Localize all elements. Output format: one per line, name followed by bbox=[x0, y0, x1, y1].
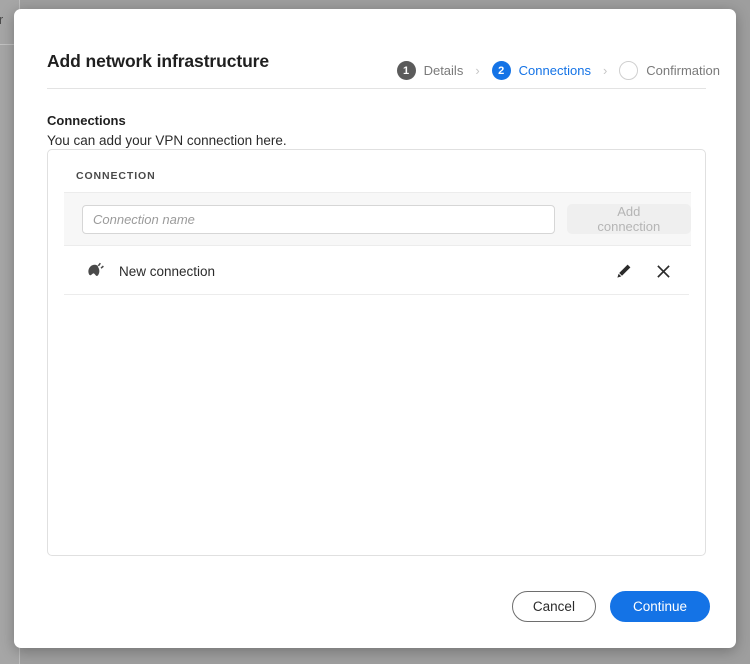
page-title: Add network infrastructure bbox=[47, 51, 270, 71]
section-subtitle: You can add your VPN connection here. bbox=[47, 133, 287, 148]
dialog-header: Add network infrastructure 1 Details › 2… bbox=[14, 9, 736, 89]
step-separator-1-icon: › bbox=[475, 63, 480, 78]
step-1-number-badge: 1 bbox=[396, 61, 416, 80]
step-3-empty-circle-icon bbox=[619, 61, 639, 80]
step-confirmation[interactable]: Confirmation bbox=[619, 61, 720, 80]
connection-list: New connection bbox=[48, 247, 705, 295]
add-connection-row: Add connection bbox=[64, 193, 691, 246]
close-icon bbox=[656, 264, 670, 278]
wizard-stepper: 1 Details › 2 Connections › Confirmation bbox=[396, 61, 720, 80]
connection-card-header: CONNECTION bbox=[48, 150, 705, 193]
step-2-number-badge: 2 bbox=[491, 61, 511, 80]
connection-actions bbox=[614, 261, 673, 281]
section-title: Connections bbox=[47, 113, 126, 128]
plug-icon bbox=[88, 262, 104, 276]
dialog-footer: Cancel Continue bbox=[511, 591, 710, 622]
add-network-infrastructure-dialog: Add network infrastructure 1 Details › 2… bbox=[14, 9, 736, 648]
list-item[interactable]: New connection bbox=[48, 247, 705, 295]
step-separator-2-icon: › bbox=[602, 63, 608, 78]
step-3-label: Confirmation bbox=[646, 63, 720, 78]
list-item-divider bbox=[64, 294, 689, 295]
background-page-text-fragment: er bbox=[0, 13, 3, 27]
connection-name-input[interactable] bbox=[82, 204, 555, 234]
edit-connection-button[interactable] bbox=[614, 261, 634, 281]
step-2-label: Connections bbox=[518, 63, 591, 78]
remove-connection-button[interactable] bbox=[653, 261, 673, 281]
header-divider bbox=[47, 88, 706, 89]
pencil-icon bbox=[617, 264, 631, 278]
add-connection-button[interactable]: Add connection bbox=[566, 204, 691, 234]
step-details[interactable]: 1 Details bbox=[396, 61, 464, 80]
step-1-label: Details bbox=[423, 63, 464, 78]
connection-card: CONNECTION Add connection New connection bbox=[47, 149, 706, 556]
cancel-button[interactable]: Cancel bbox=[511, 591, 596, 622]
step-connections[interactable]: 2 Connections bbox=[491, 61, 591, 80]
continue-button[interactable]: Continue bbox=[609, 591, 710, 622]
connection-card-header-label: CONNECTION bbox=[76, 170, 156, 182]
connection-name-label: New connection bbox=[119, 263, 216, 279]
